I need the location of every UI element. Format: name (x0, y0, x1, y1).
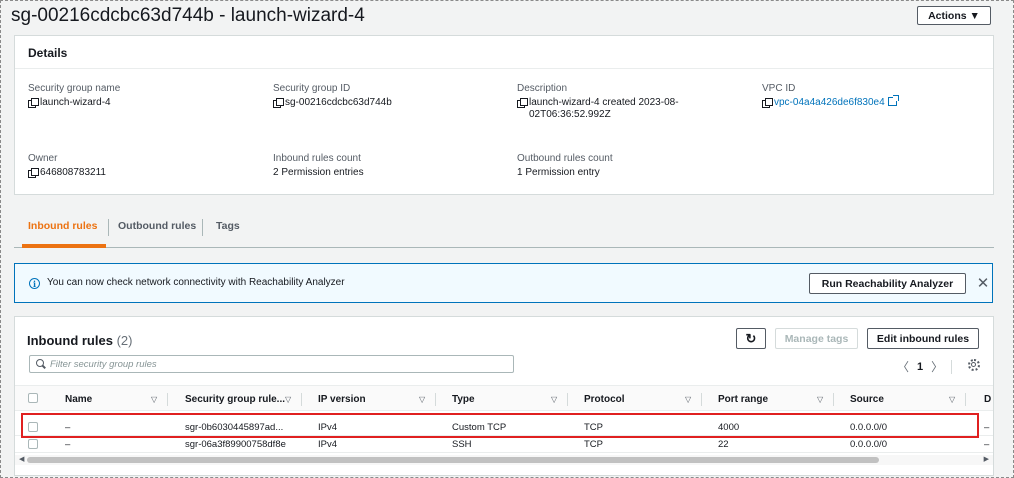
scroll-left-icon[interactable]: ◀ (19, 455, 24, 463)
field-label: Security group name (28, 83, 121, 94)
field-value: sg-00216cdcbc63d744b (285, 97, 392, 108)
column-header-protocol[interactable]: Protocol (584, 394, 625, 405)
column-divider (833, 393, 834, 406)
scrollbar-thumb[interactable] (27, 457, 879, 463)
field-label: Outbound rules count (517, 153, 613, 164)
reachability-info-banner: i You can now check network connectivity… (14, 263, 993, 303)
sort-icon[interactable]: ▽ (817, 395, 823, 404)
details-title: Details (28, 46, 68, 60)
page-title: sg-00216cdcbc63d744b - launch-wizard-4 (11, 5, 365, 26)
current-page-number[interactable]: 1 (917, 361, 923, 373)
run-reachability-analyzer-button[interactable]: Run Reachability Analyzer (809, 273, 966, 294)
tab-inbound-rules[interactable]: Inbound rules (28, 220, 97, 232)
cell-ip-version: IPv4 (318, 439, 338, 450)
inbound-rules-count: (2) (116, 333, 133, 348)
field-label: Security group ID (273, 83, 351, 94)
field-value: launch-wizard-4 (40, 97, 111, 108)
field-inbound-rules-count: Inbound rules count 2 Permission entries (273, 153, 493, 179)
cell-port-range: 22 (718, 439, 729, 450)
column-header-ip-version[interactable]: IP version (318, 394, 366, 405)
details-header: Details (15, 36, 993, 69)
column-header-description[interactable]: D (984, 394, 991, 405)
cell-description: – (984, 422, 990, 433)
sort-icon[interactable]: ▽ (285, 395, 291, 404)
field-vpc-id: VPC ID vpc-04a4a426de6f830e4 (762, 83, 982, 109)
sort-icon[interactable]: ▽ (551, 395, 557, 404)
copy-icon[interactable] (762, 98, 773, 108)
field-value: launch-wizard-4 created 2023-08-02T06:36… (529, 97, 679, 120)
field-value: 1 Permission entry (517, 167, 600, 178)
vpc-id-link[interactable]: vpc-04a4a426de6f830e4 (774, 95, 899, 109)
scroll-right-icon[interactable]: ▶ (984, 455, 989, 463)
highlighted-row-outline (21, 413, 979, 438)
table-header: Name ▽ Security group rule... ▽ IP versi… (15, 385, 993, 411)
manage-tags-button[interactable]: Manage tags (775, 328, 858, 349)
inbound-rules-title: Inbound rules (2) (27, 333, 133, 348)
column-header-type[interactable]: Type (452, 394, 475, 405)
field-label: Inbound rules count (273, 153, 361, 164)
refresh-button[interactable]: ↻ (736, 328, 766, 349)
copy-icon[interactable] (28, 98, 39, 108)
column-divider (567, 393, 568, 406)
field-owner: Owner 646808783211 (28, 153, 248, 179)
column-header-source[interactable]: Source (850, 394, 884, 405)
tab-divider (202, 219, 203, 236)
inbound-rules-panel: Inbound rules (2) ↻ Manage tags Edit inb… (14, 316, 994, 476)
column-divider (701, 393, 702, 406)
next-page-icon[interactable]: 〉 (931, 358, 943, 375)
column-header-name[interactable]: Name (65, 394, 92, 405)
details-panel: Details Security group name launch-wizar… (14, 35, 994, 195)
table-row[interactable]: – sgr-06a3f89900758df8e IPv4 SSH TCP 22 … (15, 436, 993, 453)
tab-tags[interactable]: Tags (216, 220, 240, 232)
search-icon (36, 359, 45, 368)
field-label: Description (517, 83, 568, 94)
pagination: 〈 1 〉 (897, 358, 953, 375)
actions-dropdown-button[interactable]: Actions ▼ (917, 6, 991, 25)
column-divider (301, 393, 302, 406)
sort-icon[interactable]: ▽ (151, 395, 157, 404)
cell-protocol: TCP (584, 439, 603, 450)
field-description: Description launch-wizard-4 created 2023… (517, 83, 702, 121)
horizontal-scrollbar[interactable]: ◀ ▶ (15, 455, 993, 465)
sort-icon[interactable]: ▽ (949, 395, 955, 404)
close-icon[interactable]: ✕ (975, 273, 991, 293)
column-divider (435, 393, 436, 406)
sort-icon[interactable]: ▽ (419, 395, 425, 404)
tab-outbound-rules[interactable]: Outbound rules (118, 220, 196, 232)
field-value: 2 Permission entries (273, 167, 364, 178)
column-divider (965, 393, 966, 406)
edit-inbound-rules-button[interactable]: Edit inbound rules (867, 328, 979, 349)
filter-box (29, 355, 514, 373)
sort-icon[interactable]: ▽ (685, 395, 691, 404)
active-tab-indicator (22, 244, 106, 248)
field-label: Owner (28, 153, 58, 164)
field-value: 646808783211 (40, 167, 106, 178)
cell-name: – (65, 439, 71, 450)
filter-security-group-rules-input[interactable] (50, 356, 505, 372)
tab-bar: Inbound rules Outbound rules Tags (14, 204, 994, 248)
previous-page-icon[interactable]: 〈 (897, 358, 909, 375)
column-header-port-range[interactable]: Port range (718, 394, 768, 405)
column-header-rule-id[interactable]: Security group rule... (185, 394, 285, 405)
info-icon: i (29, 278, 40, 289)
external-link-icon (887, 95, 899, 106)
field-security-group-name: Security group name launch-wizard-4 (28, 83, 248, 109)
info-banner-text: You can now check network connectivity w… (47, 277, 345, 288)
cell-source: 0.0.0.0/0 (850, 439, 887, 450)
cell-description: – (984, 439, 990, 450)
cell-rule-id: sgr-06a3f89900758df8e (185, 439, 286, 450)
field-outbound-rules-count: Outbound rules count 1 Permission entry (517, 153, 737, 179)
tab-divider (108, 219, 109, 236)
copy-icon[interactable] (28, 168, 39, 178)
field-label: VPC ID (762, 83, 796, 94)
cell-type: SSH (452, 439, 472, 450)
column-divider (167, 393, 168, 406)
row-checkbox[interactable] (28, 439, 38, 449)
pager-divider (951, 359, 953, 374)
field-security-group-id: Security group ID sg-00216cdcbc63d744b (273, 83, 493, 109)
copy-icon[interactable] (517, 98, 528, 108)
copy-icon[interactable] (273, 98, 284, 108)
settings-gear-icon[interactable] (968, 359, 980, 371)
select-all-checkbox[interactable] (28, 393, 38, 403)
